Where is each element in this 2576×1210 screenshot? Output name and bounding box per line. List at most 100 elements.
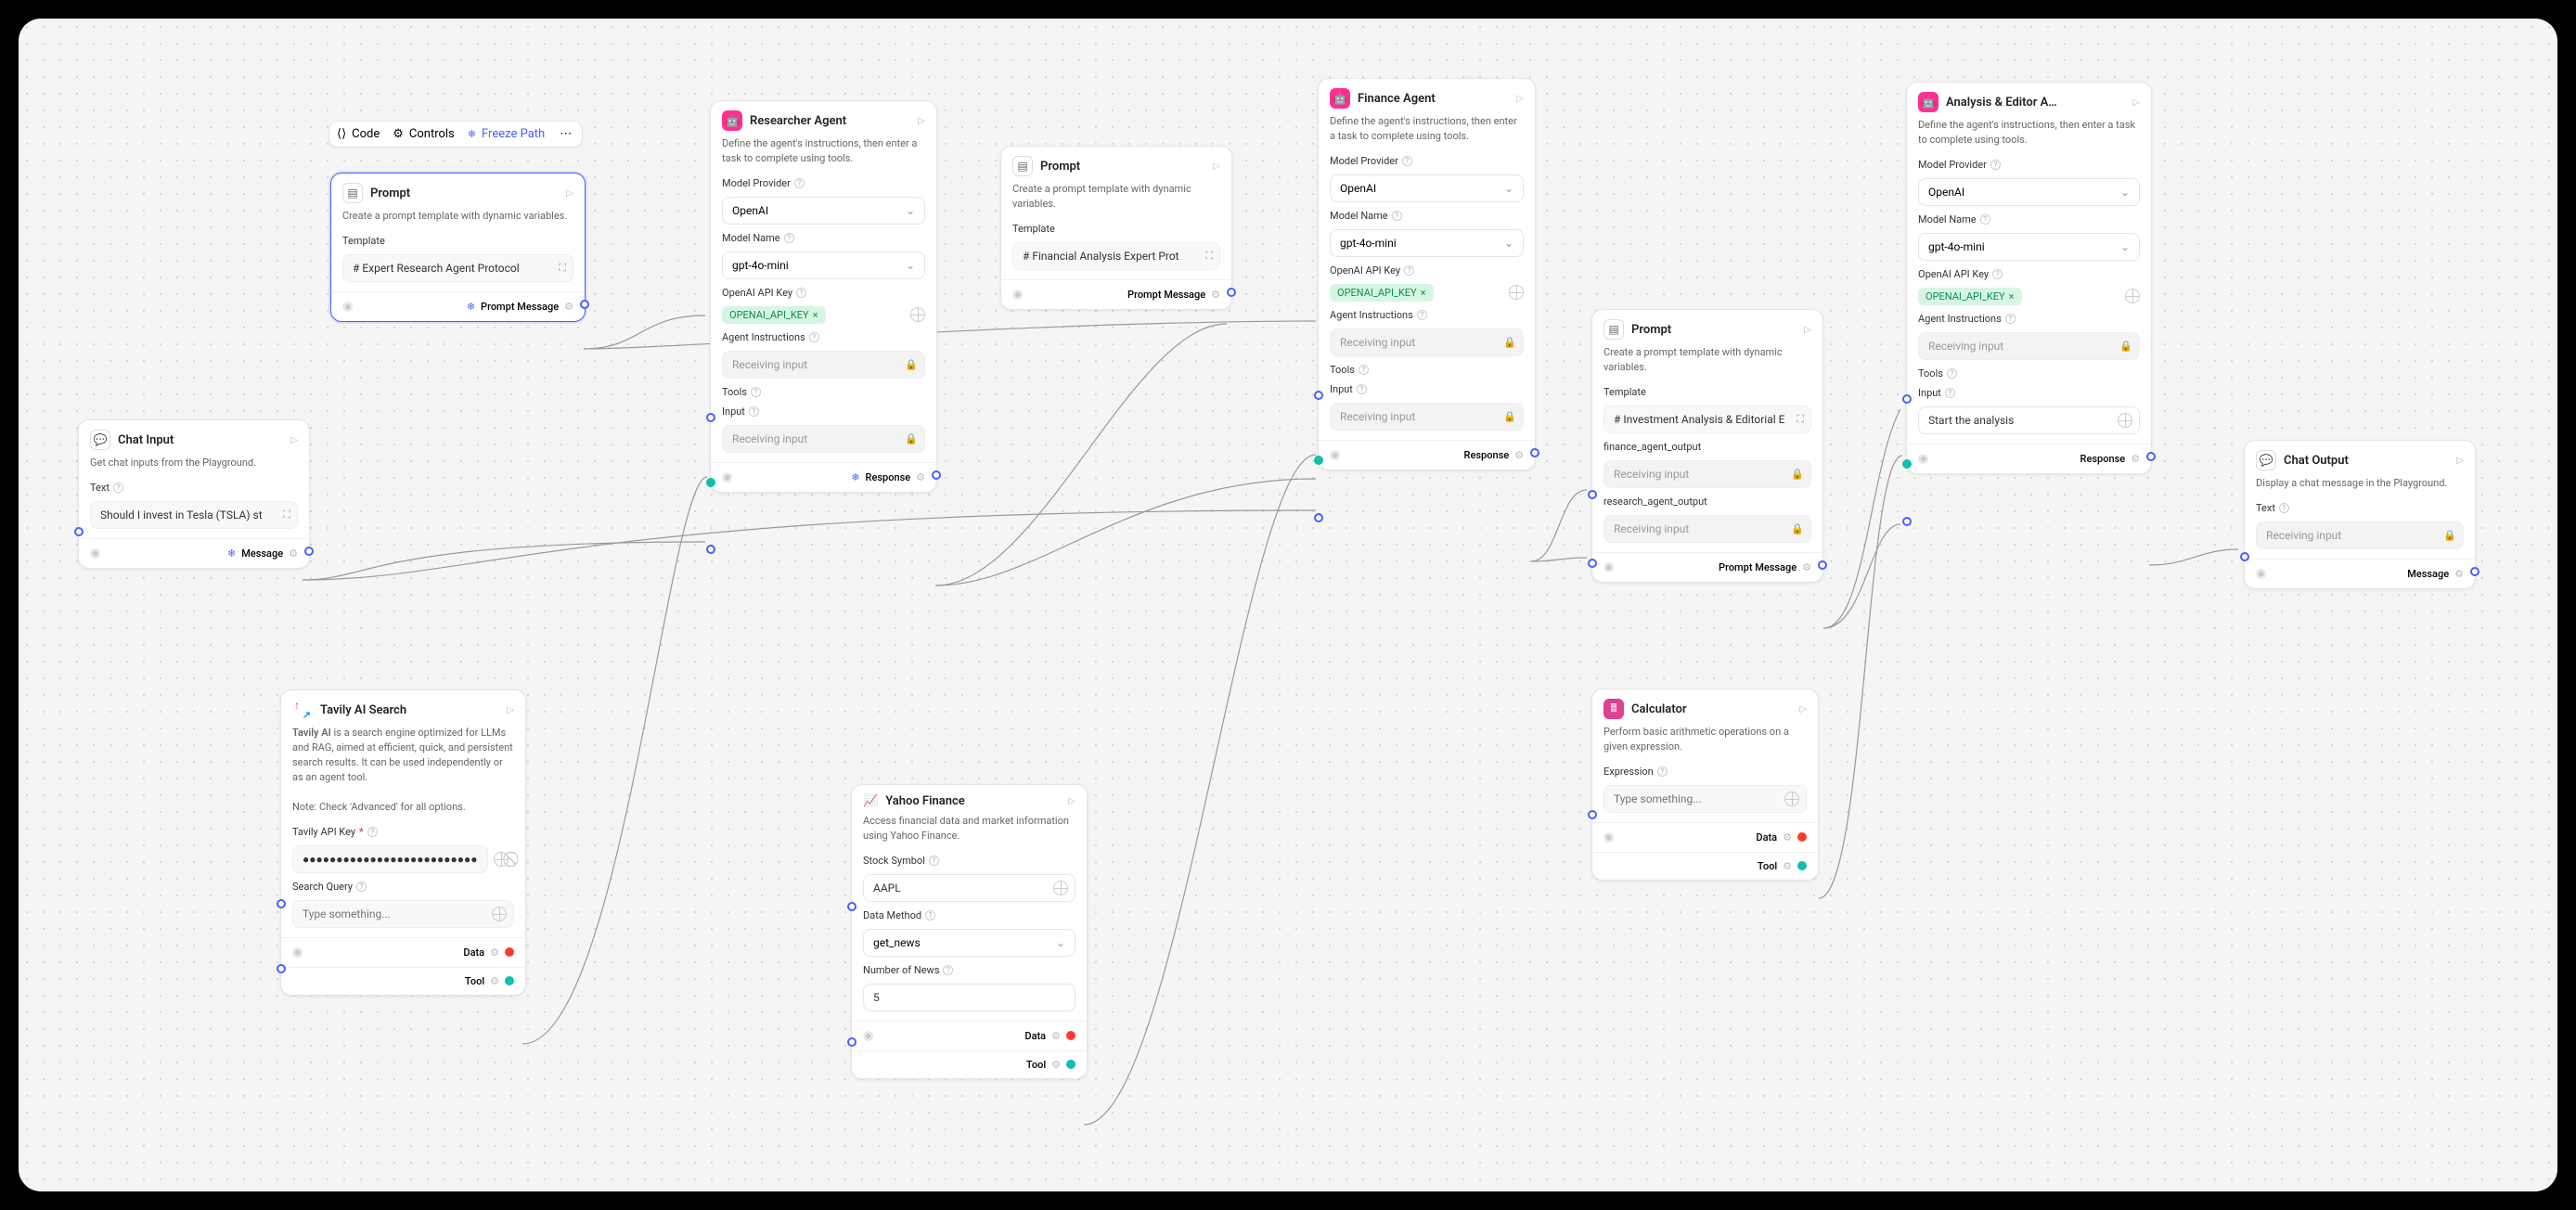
eye-icon[interactable]: ◉ (292, 946, 303, 959)
input-port[interactable] (74, 527, 84, 536)
expr-input[interactable] (1604, 785, 1807, 813)
template-input[interactable] (1012, 242, 1220, 270)
eye-icon[interactable]: ◉ (2256, 567, 2266, 581)
port-instr[interactable] (706, 413, 715, 422)
node-calculator[interactable]: 🖩Calculator▷ Perform basic arithmetic op… (1591, 689, 1819, 881)
run-icon[interactable]: ▷ (507, 705, 514, 715)
text-input[interactable] (90, 501, 298, 529)
data-port[interactable] (1797, 832, 1807, 842)
node-analysis-agent[interactable]: 🤖Analysis & Editor A…▷ Define the agent'… (1906, 82, 2152, 474)
run-icon[interactable]: ▷ (290, 435, 298, 445)
apikey-tag[interactable]: OPENAI_API_KEY× (1918, 288, 2022, 305)
run-icon[interactable]: ▷ (2132, 97, 2140, 108)
run-icon[interactable]: ▷ (1516, 94, 1524, 104)
port-input[interactable] (1902, 517, 1912, 526)
port-tools[interactable] (706, 478, 715, 487)
globe-icon[interactable] (2118, 413, 2132, 428)
port-tools[interactable] (1314, 456, 1323, 465)
output-port[interactable] (2146, 452, 2156, 461)
apikey-input[interactable] (292, 845, 488, 873)
port-text[interactable] (2240, 552, 2249, 561)
node-researcher-agent[interactable]: 🤖Researcher Agent▷ Define the agent's in… (710, 100, 937, 493)
provider-select[interactable]: OpenAI (1918, 178, 2140, 206)
run-icon[interactable]: ▷ (566, 188, 573, 199)
globe-icon[interactable] (494, 852, 509, 867)
run-icon[interactable]: ▷ (2456, 456, 2464, 466)
template-input[interactable] (342, 254, 573, 282)
node-yahoo-finance[interactable]: 📈Yahoo Finance▷ Access financial data an… (851, 784, 1088, 1079)
eye-icon[interactable]: ◉ (1918, 452, 1928, 466)
port-news[interactable] (847, 1037, 857, 1047)
port-f1[interactable] (1588, 490, 1597, 499)
freeze-path-button[interactable]: ❄ Freeze Path (468, 127, 545, 141)
globe-icon[interactable] (1053, 881, 1068, 895)
eye-icon[interactable]: ◉ (342, 300, 353, 314)
output-port[interactable] (580, 300, 589, 309)
eye-icon[interactable]: ◉ (1012, 288, 1023, 302)
output-port[interactable] (304, 547, 314, 556)
symbol-input[interactable] (863, 874, 1075, 902)
port-l1[interactable] (277, 899, 286, 908)
tool-port[interactable] (1066, 1060, 1075, 1069)
expand-icon[interactable]: ⛶ (1797, 413, 1804, 426)
eye-icon[interactable]: ◉ (1604, 560, 1614, 574)
node-chat-output[interactable]: 💬Chat Output▷ Display a chat message in … (2244, 440, 2476, 589)
port-expr[interactable] (1588, 810, 1597, 819)
eye-icon[interactable]: ◉ (863, 1029, 873, 1043)
eye-icon[interactable]: ◉ (1604, 830, 1614, 844)
news-input[interactable] (863, 984, 1075, 1011)
run-icon[interactable]: ▷ (1804, 325, 1811, 335)
expand-icon[interactable]: ⛶ (283, 508, 290, 521)
globe-icon[interactable] (1509, 285, 1524, 300)
tool-port[interactable] (505, 976, 514, 985)
port-instr[interactable] (1902, 394, 1912, 404)
run-icon[interactable]: ▷ (1213, 161, 1220, 172)
node-prompt-1[interactable]: ▤Prompt ▷ Create a prompt template with … (330, 173, 586, 322)
provider-select[interactable]: OpenAI (722, 197, 925, 225)
code-button[interactable]: ⟨⟩ Code (337, 127, 380, 141)
method-select[interactable]: get_news (863, 929, 1075, 957)
port-symbol[interactable] (847, 902, 857, 911)
run-icon[interactable]: ▷ (1068, 796, 1075, 806)
output-port[interactable] (1530, 448, 1539, 457)
globe-icon[interactable] (910, 307, 925, 322)
tool-port[interactable] (1797, 861, 1807, 870)
eye-icon[interactable]: ◉ (90, 547, 100, 560)
output-port[interactable] (1818, 560, 1827, 570)
port-input[interactable] (1314, 513, 1323, 522)
globe-icon[interactable] (2125, 289, 2140, 303)
model-select[interactable]: gpt-4o-mini (722, 251, 925, 279)
eye-icon[interactable]: ◉ (722, 470, 732, 484)
port-instr[interactable] (1314, 391, 1323, 400)
port-input[interactable] (706, 545, 715, 554)
canvas[interactable]: ⟨⟩ Code ⚙ Controls ❄ Freeze Path ⋯ ▤Prom… (19, 19, 2557, 1191)
input-input[interactable] (1918, 406, 2140, 434)
globe-icon[interactable] (1784, 792, 1799, 806)
port-f2[interactable] (1588, 559, 1597, 568)
port-l2[interactable] (277, 964, 286, 973)
globe-icon[interactable] (492, 907, 507, 921)
template-input[interactable] (1604, 405, 1811, 433)
expand-icon[interactable]: ⛶ (559, 262, 566, 275)
node-chat-input[interactable]: 💬Chat Input ▷ Get chat inputs from the P… (78, 419, 310, 569)
output-port[interactable] (2470, 567, 2479, 576)
node-prompt-2[interactable]: ▤Prompt▷ Create a prompt template with d… (1000, 146, 1232, 310)
node-finance-agent[interactable]: 🤖Finance Agent▷ Define the agent's instr… (1318, 78, 1536, 470)
apikey-tag[interactable]: OPENAI_API_KEY× (722, 306, 826, 324)
query-input[interactable] (292, 900, 514, 928)
controls-button[interactable]: ⚙ Controls (393, 127, 455, 141)
apikey-tag[interactable]: OPENAI_API_KEY× (1330, 284, 1434, 302)
more-button[interactable]: ⋯ (558, 127, 574, 141)
provider-select[interactable]: OpenAI (1330, 174, 1524, 202)
gear-icon[interactable]: ⚙ (289, 547, 298, 560)
data-port[interactable] (1066, 1031, 1075, 1040)
output-port[interactable] (1227, 288, 1236, 297)
run-icon[interactable]: ▷ (1799, 704, 1807, 714)
node-prompt-3[interactable]: ▤Prompt▷ Create a prompt template with d… (1591, 309, 1823, 583)
eye-icon[interactable]: ◉ (1330, 448, 1340, 462)
run-icon[interactable]: ▷ (918, 116, 925, 126)
node-tavily[interactable]: Tavily AI Search ▷ Tavily AI Tavily AI i… (280, 689, 526, 996)
model-select[interactable]: gpt-4o-mini (1330, 229, 1524, 257)
model-select[interactable]: gpt-4o-mini (1918, 233, 2140, 261)
expand-icon[interactable]: ⛶ (1205, 250, 1213, 263)
